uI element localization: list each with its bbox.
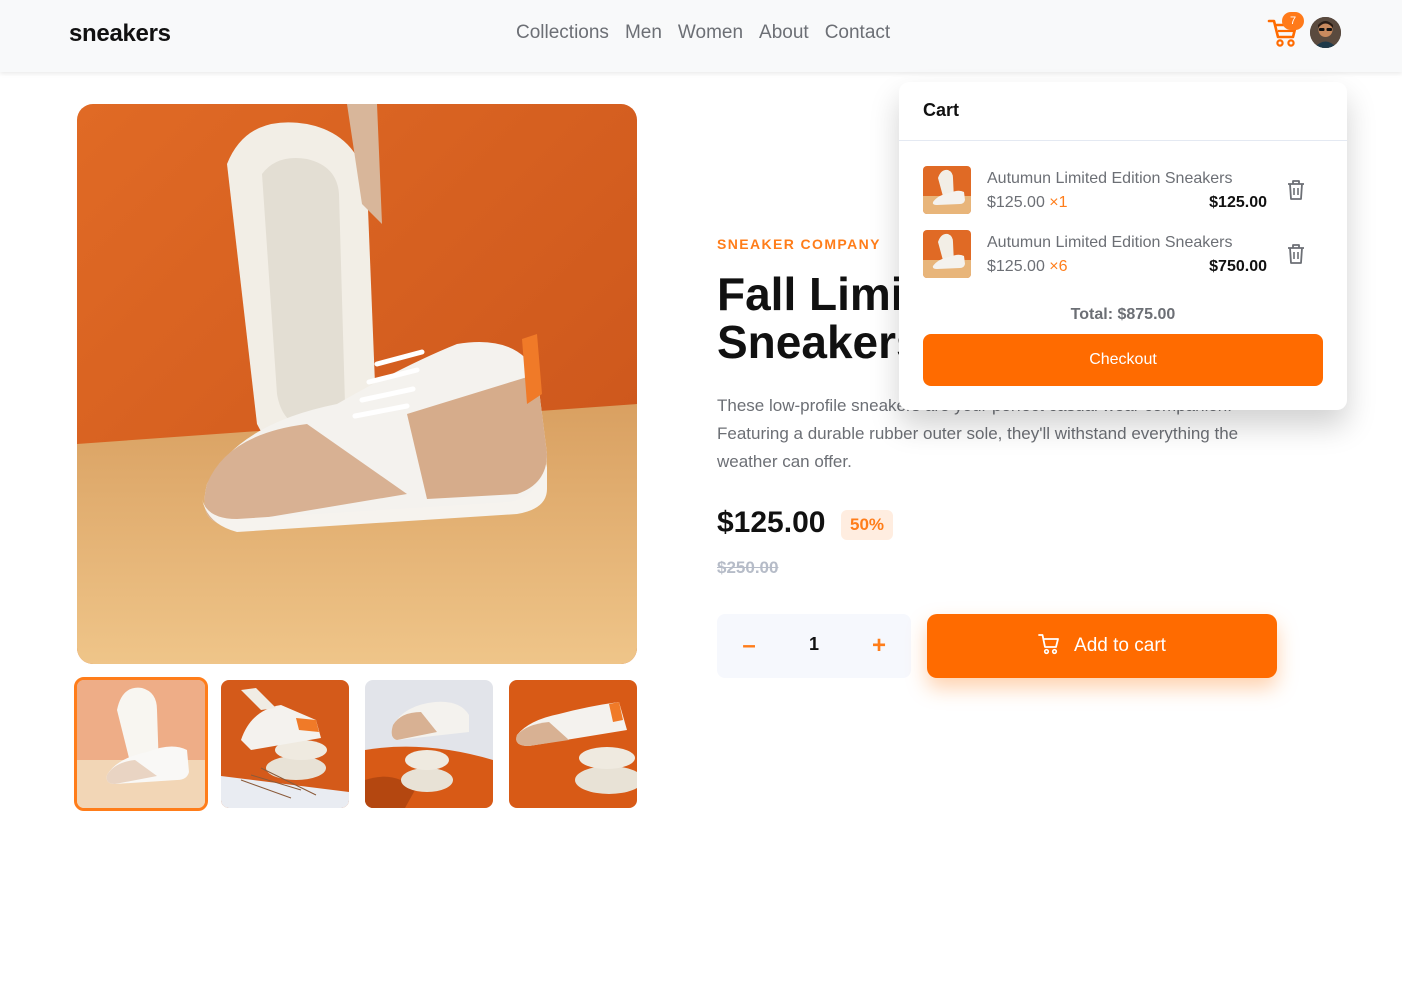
- cart-item-unit-price: $125.00 ×6: [987, 258, 1068, 275]
- thumbnail-4[interactable]: [509, 680, 637, 808]
- header: sneakers Collections Men Women About Con…: [0, 0, 1402, 72]
- decrease-quantity-button[interactable]: –: [733, 630, 765, 662]
- nav-men[interactable]: Men: [617, 20, 670, 46]
- nav-women[interactable]: Women: [670, 20, 751, 46]
- cart-item: Autumun Limited Edition Sneakers $125.00…: [923, 166, 1323, 214]
- cart-item: Autumun Limited Edition Sneakers $125.00…: [923, 230, 1323, 278]
- cart-item-name: Autumun Limited Edition Sneakers: [987, 170, 1233, 187]
- current-price: $125.00: [717, 506, 826, 539]
- cart-icon: [1038, 633, 1060, 660]
- quantity-value: 1: [808, 634, 819, 654]
- avatar[interactable]: [1310, 17, 1341, 48]
- thumbnail-1[interactable]: [74, 677, 208, 811]
- trash-icon[interactable]: [1285, 242, 1307, 266]
- nav-collections[interactable]: Collections: [508, 20, 617, 46]
- cart-count-badge: 7: [1282, 12, 1304, 30]
- nav-contact[interactable]: Contact: [817, 20, 898, 46]
- increase-quantity-button[interactable]: +: [863, 630, 895, 662]
- cart-total: Total: $875.00: [1070, 306, 1176, 323]
- main-product-image[interactable]: [77, 104, 637, 664]
- cart-item-thumbnail: [923, 166, 971, 214]
- cart-item-quantity: ×6: [1049, 258, 1068, 275]
- cart-title: Cart: [899, 82, 1347, 141]
- main-nav: Collections Men Women About Contact: [508, 20, 898, 46]
- cart-popup: Cart Autumun Limited Edition Sneakers $1…: [899, 82, 1347, 410]
- discount-badge: 50%: [841, 510, 893, 540]
- quantity-stepper: – 1 +: [717, 614, 911, 678]
- cart-item-quantity: ×1: [1049, 194, 1068, 211]
- nav-about[interactable]: About: [751, 20, 817, 46]
- brand-logo[interactable]: sneakers: [69, 20, 171, 48]
- cart-item-thumbnail: [923, 230, 971, 278]
- cart-item-total: $125.00: [1209, 194, 1267, 211]
- company-name: SNEAKER COMPANY: [717, 236, 881, 252]
- add-to-cart-label: Add to cart: [1074, 635, 1166, 656]
- cart-item-name: Autumun Limited Edition Sneakers: [987, 234, 1233, 251]
- cart-item-total: $750.00: [1209, 258, 1267, 275]
- checkout-button[interactable]: Checkout: [923, 334, 1323, 386]
- thumbnail-3[interactable]: [365, 680, 493, 808]
- cart-item-unit-price: $125.00 ×1: [987, 194, 1068, 211]
- add-to-cart-button[interactable]: Add to cart: [927, 614, 1277, 678]
- thumbnail-2[interactable]: [221, 680, 349, 808]
- original-price: $250.00: [717, 558, 779, 577]
- trash-icon[interactable]: [1285, 178, 1307, 202]
